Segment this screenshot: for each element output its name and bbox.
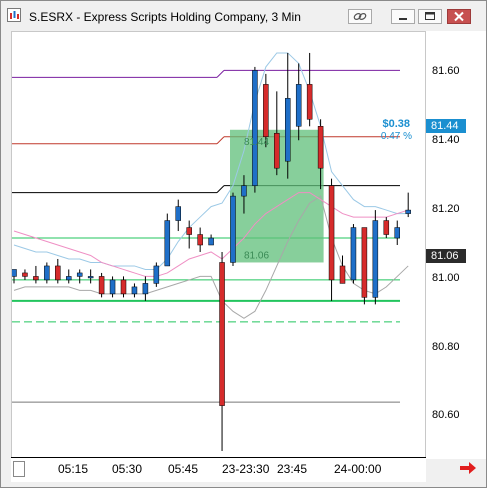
candle-up <box>285 98 291 162</box>
minimize-icon <box>399 18 407 20</box>
scroll-right-arrow-icon[interactable] <box>458 461 478 475</box>
candle-up <box>87 276 94 279</box>
candle-up <box>164 220 171 267</box>
candle-down <box>317 126 324 169</box>
level-line-pivot-step <box>216 185 225 193</box>
title-bar[interactable]: S.ESRX - Express Scripts Holding Company… <box>1 1 486 31</box>
candle-down <box>339 265 346 284</box>
candle-down <box>197 234 203 246</box>
candle-up <box>252 70 258 186</box>
app-icon <box>7 8 21 22</box>
candle-up <box>131 286 138 295</box>
secondary-price-badge: 81.06 <box>426 249 466 263</box>
candle-down <box>55 265 61 281</box>
candle-up <box>208 237 214 246</box>
candle-down <box>274 133 280 169</box>
candle-down <box>22 272 28 277</box>
close-button[interactable] <box>447 9 471 24</box>
scroll-handle[interactable] <box>13 461 25 477</box>
level-line-resistance-step <box>216 136 225 145</box>
candle-up <box>11 269 17 277</box>
chart-plot-area[interactable]: $0.38 0.47 % 81.44 81.06 <box>11 31 426 459</box>
level-line-upper-step <box>216 70 225 78</box>
candle-up <box>394 227 400 239</box>
link-button[interactable] <box>348 9 372 24</box>
candle-down <box>383 220 390 235</box>
window-title: S.ESRX - Express Scripts Holding Company… <box>29 10 301 24</box>
price-chart[interactable]: $0.380.47 % 81.44 81.06 <box>11 32 425 458</box>
close-icon <box>454 11 464 22</box>
candle-up <box>405 209 411 214</box>
time-axis[interactable]: 05:15 05:30 05:45 23-23:30 23:45 24-00:0… <box>11 457 426 482</box>
chart-window: S.ESRX - Express Scripts Holding Company… <box>0 0 487 488</box>
candle-down <box>98 276 105 295</box>
candle-down <box>120 279 127 295</box>
candle-up <box>372 220 379 298</box>
candle-up <box>175 206 181 221</box>
price-tick: 81.00 <box>432 272 460 284</box>
price-tick: 81.20 <box>432 203 460 215</box>
candle-up <box>66 276 72 281</box>
price-tick: 81.60 <box>432 65 460 77</box>
measure-percent-label: 0.47 % <box>381 131 412 142</box>
candle-down <box>328 185 335 281</box>
restore-button[interactable] <box>418 9 442 24</box>
price-axis[interactable]: 81.60 81.40 81.20 81.00 80.80 80.60 81.4… <box>426 31 486 459</box>
candle-up <box>142 283 149 295</box>
candle-up <box>44 265 50 281</box>
candle-up <box>153 265 160 284</box>
candle-up <box>76 272 83 277</box>
last-price-badge: 81.44 <box>426 119 466 133</box>
price-tick: 80.80 <box>432 341 460 353</box>
link-icon <box>353 13 367 20</box>
candle-down <box>361 227 368 298</box>
minimize-button[interactable] <box>391 9 415 24</box>
candle-up <box>350 227 357 281</box>
restore-icon <box>425 12 435 20</box>
time-label: 23-23:30 <box>222 462 270 476</box>
candle-down <box>33 276 39 281</box>
price-tick: 80.60 <box>432 409 460 421</box>
candle-up <box>295 84 302 127</box>
candle-up <box>109 279 116 295</box>
measure-change-label: $0.38 <box>382 118 410 130</box>
candle-down <box>263 84 269 138</box>
measure-high-label: 81.44 <box>244 137 269 148</box>
price-tick: 81.40 <box>432 134 460 146</box>
time-label: 23:45 <box>277 462 308 476</box>
time-label: 24-00:00 <box>334 462 382 476</box>
candle-down <box>306 84 313 120</box>
candle-down <box>219 262 225 406</box>
candle-up <box>230 195 236 263</box>
time-label: 05:45 <box>168 462 199 476</box>
candle-up <box>241 185 247 197</box>
candle-down <box>186 227 192 235</box>
moving-average-line <box>13 192 409 277</box>
measure-low-label: 81.06 <box>244 250 269 261</box>
time-label: 05:15 <box>58 462 89 476</box>
time-label: 05:30 <box>112 462 143 476</box>
